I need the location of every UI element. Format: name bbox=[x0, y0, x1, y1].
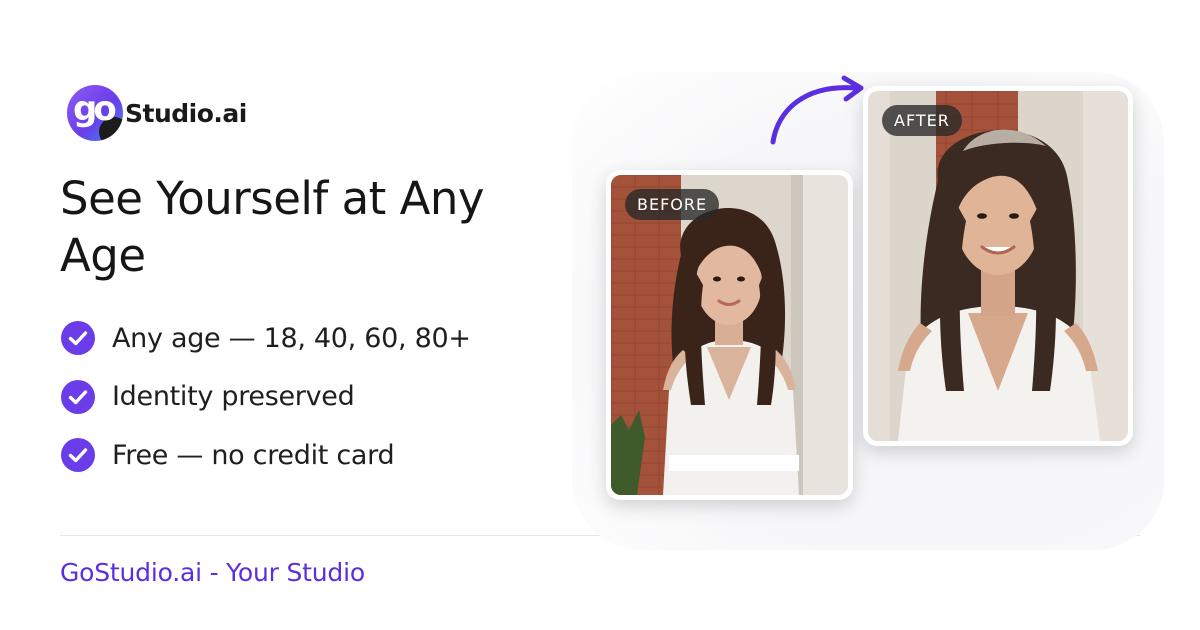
after-photo: AFTER bbox=[868, 91, 1128, 441]
curved-arrow-icon bbox=[770, 75, 864, 145]
feature-item: Free — no credit card bbox=[60, 435, 471, 475]
feature-item: Any age — 18, 40, 60, 80+ bbox=[60, 318, 471, 358]
feature-list: Any age — 18, 40, 60, 80+ Identity prese… bbox=[60, 318, 471, 494]
before-photo-card[interactable]: BEFORE bbox=[606, 170, 853, 500]
brand-name: Studio.ai bbox=[125, 98, 247, 128]
after-photo-card[interactable]: AFTER bbox=[863, 86, 1133, 446]
brand-logo[interactable]: go Studio.ai bbox=[67, 85, 247, 141]
feature-text: Free — no credit card bbox=[112, 439, 395, 471]
feature-text: Any age — 18, 40, 60, 80+ bbox=[112, 322, 471, 354]
check-circle-icon bbox=[61, 438, 95, 472]
before-photo: BEFORE bbox=[611, 175, 848, 495]
before-label: BEFORE bbox=[625, 189, 720, 220]
logo-glyph: go bbox=[73, 89, 117, 129]
before-portrait-image bbox=[611, 175, 848, 495]
feature-text: Identity preserved bbox=[112, 381, 355, 412]
footer-link[interactable]: GoStudio.ai - Your Studio bbox=[60, 558, 365, 587]
after-label: AFTER bbox=[882, 105, 962, 136]
page-title: See Yourself at Any Age bbox=[60, 172, 485, 282]
check-circle-icon bbox=[61, 379, 95, 414]
check-circle-icon bbox=[61, 321, 95, 355]
go-logo-icon: go bbox=[67, 85, 123, 141]
feature-item: Identity preserved bbox=[60, 377, 471, 417]
after-portrait-image bbox=[868, 91, 1128, 441]
